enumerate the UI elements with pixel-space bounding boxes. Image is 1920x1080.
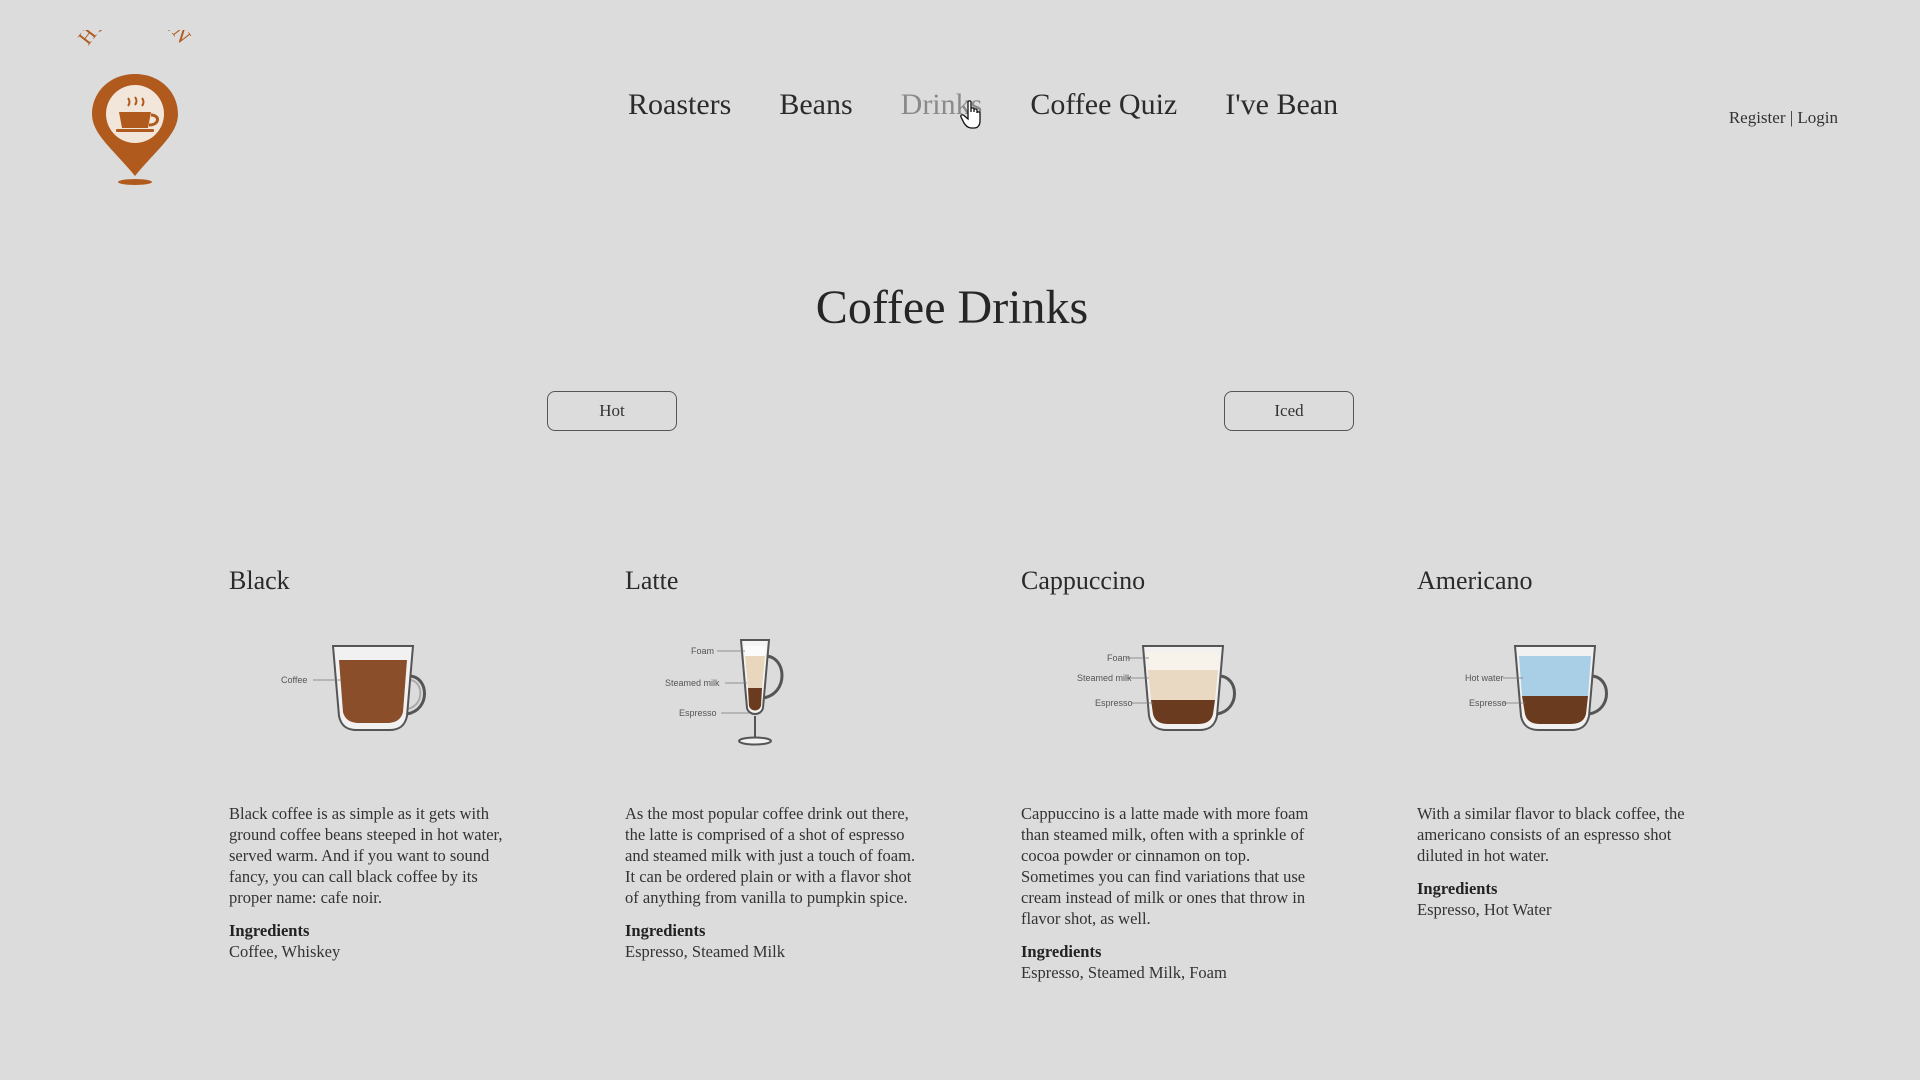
hand-cursor-icon: [960, 100, 984, 130]
drink-name: Latte: [625, 566, 679, 595]
ingredients-heading: Ingredients: [1417, 879, 1498, 898]
main-nav: Roasters Beans Drinks Coffee Quiz I've B…: [628, 88, 1386, 122]
ingredients-heading: Ingredients: [1021, 942, 1102, 961]
drink-card-cappuccino: Cappuccino Foam Steamed milk Espresso Ca…: [1021, 566, 1321, 982]
ingredients-list: Espresso, Steamed Milk, Foam: [1021, 963, 1227, 982]
hasbean-logo[interactable]: HASBEAN: [72, 0, 198, 190]
auth-separator: |: [1789, 108, 1794, 127]
drink-description: As the most popular coffee drink out the…: [625, 803, 920, 962]
nav-beans[interactable]: Beans: [779, 88, 852, 122]
drink-description: With a similar flavor to black coffee, t…: [1417, 803, 1712, 920]
drink-name: Americano: [1417, 566, 1533, 595]
drink-card-americano: Americano Hot water Espresso With a simi…: [1417, 566, 1717, 919]
auth-links: Register | Login: [1729, 108, 1838, 128]
latte-glass-illustration: Foam Steamed milk Espresso: [665, 638, 845, 748]
ingredients-heading: Ingredients: [625, 921, 706, 940]
logo-text: HASBEAN: [73, 0, 195, 49]
drink-card-black: Black Coffee Black coffee is as simple a…: [229, 566, 529, 961]
iced-filter-button[interactable]: Iced: [1224, 391, 1354, 431]
drink-name: Cappuccino: [1021, 566, 1146, 595]
drink-description-text: With a similar flavor to black coffee, t…: [1417, 804, 1685, 865]
cup-label: Espresso: [1469, 698, 1507, 708]
ingredients-list: Espresso, Steamed Milk: [625, 942, 785, 961]
cup-label: Foam: [691, 646, 714, 656]
cup-label: Espresso: [679, 708, 717, 718]
cup-label: Steamed milk: [665, 678, 720, 688]
drink-description: Black coffee is as simple as it gets wit…: [229, 803, 524, 962]
nav-roasters[interactable]: Roasters: [628, 88, 731, 122]
page-title: Coffee Drinks: [815, 281, 1089, 334]
drink-card-latte: Latte Foam Steamed milk Espresso As the …: [625, 566, 925, 961]
cup-label: Hot water: [1465, 673, 1504, 683]
ingredients-list: Espresso, Hot Water: [1417, 900, 1552, 919]
americano-cup-illustration: Hot water Espresso: [1457, 638, 1637, 748]
cappuccino-cup-illustration: Foam Steamed milk Espresso: [1061, 638, 1241, 748]
login-link[interactable]: Login: [1797, 108, 1838, 127]
drink-description-text: Cappuccino is a latte made with more foa…: [1021, 804, 1309, 928]
drink-description-text: As the most popular coffee drink out the…: [625, 804, 916, 907]
ingredients-heading: Ingredients: [229, 921, 310, 940]
drink-description-text: Black coffee is as simple as it gets wit…: [229, 804, 503, 907]
cup-label: Espresso: [1095, 698, 1133, 708]
hot-filter-button[interactable]: Hot: [547, 391, 677, 431]
ingredients-list: Coffee, Whiskey: [229, 942, 341, 961]
cup-label: Coffee: [281, 675, 307, 685]
cup-label: Foam: [1107, 653, 1130, 663]
register-link[interactable]: Register: [1729, 108, 1786, 127]
black-coffee-cup-illustration: Coffee: [269, 638, 449, 748]
drink-name: Black: [229, 566, 290, 595]
logo-wordmark: HASBEAN: [73, 30, 197, 49]
nav-ive-bean[interactable]: I've Bean: [1225, 88, 1338, 122]
drink-description: Cappuccino is a latte made with more foa…: [1021, 803, 1316, 983]
cup-label: Steamed milk: [1077, 673, 1132, 683]
nav-coffee-quiz[interactable]: Coffee Quiz: [1030, 88, 1177, 122]
